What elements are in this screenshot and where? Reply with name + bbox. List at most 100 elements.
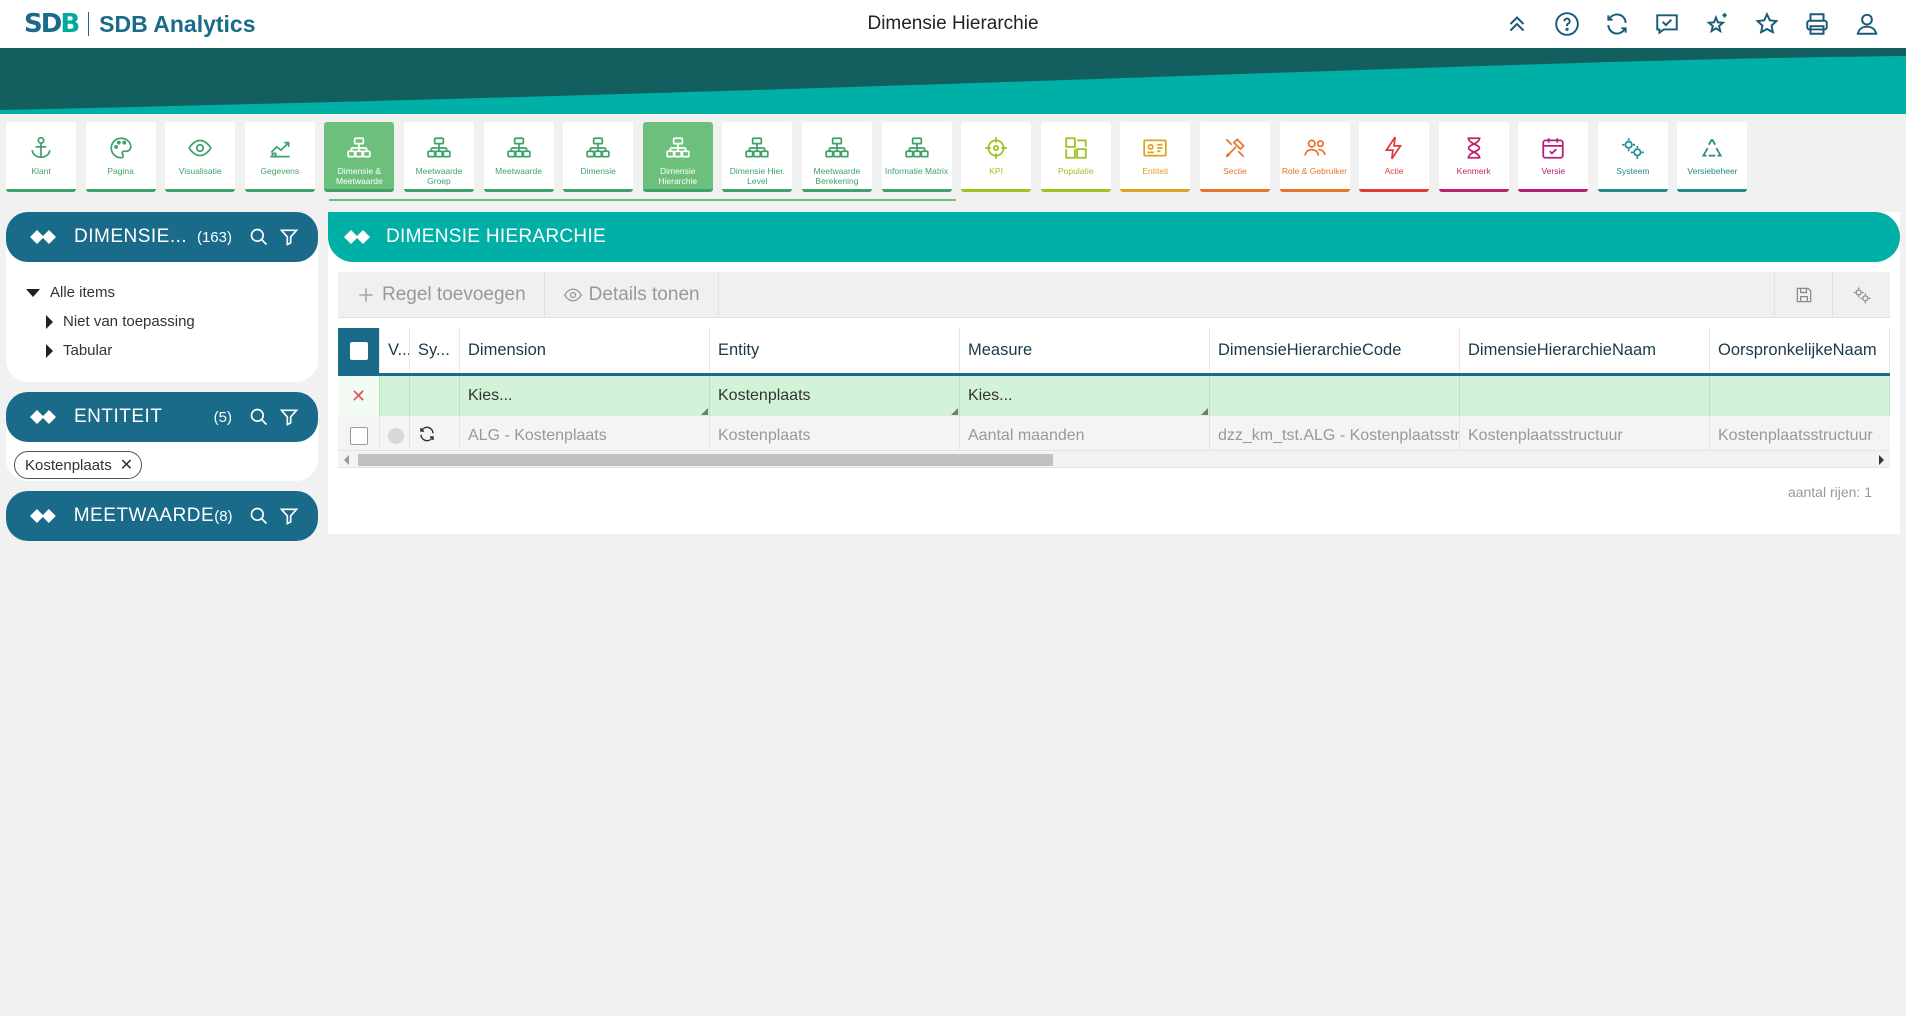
sparkle-star-icon[interactable] xyxy=(1692,8,1742,40)
tools-icon xyxy=(1225,138,1245,158)
filter-icon[interactable] xyxy=(274,501,304,531)
select-all-checkbox[interactable] xyxy=(349,341,368,360)
search-icon[interactable] xyxy=(245,501,275,531)
meetwaarde-panel-header: MEETWAARDE (8) xyxy=(6,491,318,541)
column-header-v[interactable]: V... xyxy=(380,328,410,373)
row-checkbox[interactable] xyxy=(349,427,368,445)
filter-icon[interactable] xyxy=(274,402,304,432)
tile-label: Sectie xyxy=(1223,166,1247,176)
tile-dimensie-hierarchie[interactable]: Dimensie Hierarchie xyxy=(642,122,713,192)
panel-title: MEETWAARDE xyxy=(73,505,215,526)
data-grid: V... Sy... Dimension Entity Measure Dime… xyxy=(338,328,1890,456)
scroll-right-icon[interactable] xyxy=(1879,455,1884,465)
star-icon[interactable] xyxy=(1742,8,1792,40)
tree-item-alle-items[interactable]: Alle items xyxy=(26,278,318,307)
measure-select[interactable]: Kies... xyxy=(960,376,1210,416)
hierarchy-icon xyxy=(666,137,690,158)
tile-meetwaarde-berekening[interactable]: Meetwaarde Berekening xyxy=(801,122,872,192)
add-row-label: Regel toevoegen xyxy=(382,283,526,305)
tile-label: Gegevens xyxy=(260,166,300,176)
cubes-icon xyxy=(29,509,56,523)
tile-role-gebruiker[interactable]: Role & Gebruiker xyxy=(1279,122,1350,192)
caret-right-icon[interactable] xyxy=(46,343,53,358)
show-details-button[interactable]: Details tonen xyxy=(545,271,719,318)
tile-kenmerk[interactable]: Kenmerk xyxy=(1438,122,1509,192)
show-details-label: Details tonen xyxy=(588,283,700,305)
tile-pagina[interactable]: Pagina xyxy=(85,122,156,192)
hierarchy-icon xyxy=(586,137,610,158)
tree-item-tabular[interactable]: Tabular xyxy=(26,336,318,365)
add-row-button[interactable]: Regel toevoegen xyxy=(338,271,545,318)
caret-down-icon[interactable] xyxy=(26,288,40,297)
user-icon[interactable] xyxy=(1842,8,1892,40)
refresh-icon[interactable] xyxy=(1592,8,1642,40)
entity-select[interactable]: Kostenplaats xyxy=(710,376,960,416)
cell-value: Kies... xyxy=(468,387,513,404)
plus-icon xyxy=(359,287,373,302)
panel-count: (8) xyxy=(214,507,233,525)
checklist-icon[interactable] xyxy=(1642,8,1692,40)
tile-gegevens[interactable]: Gegevens xyxy=(244,122,315,192)
id-card-icon xyxy=(1143,139,1168,157)
tile-kpi[interactable]: KPI xyxy=(961,122,1032,192)
caret-right-icon[interactable] xyxy=(46,314,53,329)
scroll-left-icon[interactable] xyxy=(344,455,349,465)
hierarchy-icon xyxy=(347,137,372,158)
status-dot-icon xyxy=(388,428,404,444)
search-icon[interactable] xyxy=(244,222,274,252)
column-header-measure[interactable]: Measure xyxy=(960,328,1210,373)
calendar-icon xyxy=(1542,138,1564,159)
tile-dimensie-meetwaarde[interactable]: Dimensie & Meetwaarde xyxy=(324,122,395,192)
panel-title: ENTITEIT xyxy=(74,406,163,427)
grid-toolbar-right xyxy=(1774,271,1890,318)
help-icon[interactable] xyxy=(1542,8,1592,40)
column-header-sy[interactable]: Sy... xyxy=(410,328,460,373)
tile-label: Dimensie & Meetwaarde xyxy=(335,166,383,186)
column-header-dimension[interactable]: Dimension xyxy=(460,328,710,373)
dimension-select[interactable]: Kies... xyxy=(460,376,710,416)
tile-dimensie-hier-level[interactable]: Dimensie Hier. Level xyxy=(722,122,793,192)
tile-label: Meetwaarde Berekening xyxy=(813,166,861,186)
horizontal-scrollbar[interactable] xyxy=(338,450,1890,468)
column-header-naam[interactable]: DimensieHierarchieNaam xyxy=(1460,328,1710,373)
tile-dimensie[interactable]: Dimensie xyxy=(563,122,634,192)
print-icon[interactable] xyxy=(1792,8,1842,40)
column-header-code[interactable]: DimensieHierarchieCode xyxy=(1210,328,1460,373)
tile-label: Meetwaarde Groep xyxy=(415,166,463,186)
naam-input[interactable] xyxy=(1460,376,1710,416)
close-icon[interactable]: ✕ xyxy=(351,386,366,407)
resize-corner-icon xyxy=(1201,408,1208,415)
chip-label: Kostenplaats xyxy=(25,456,112,474)
tile-sectie[interactable]: Sectie xyxy=(1199,122,1270,192)
tile-meetwaarde[interactable]: Meetwaarde xyxy=(483,122,554,192)
save-icon[interactable] xyxy=(1774,271,1832,318)
hierarchy-icon xyxy=(506,137,531,158)
search-icon[interactable] xyxy=(244,402,274,432)
tile-actie[interactable]: Actie xyxy=(1359,122,1430,192)
tile-systeem[interactable]: Systeem xyxy=(1597,122,1668,192)
column-header-oorspronkelijk[interactable]: OorspronkelijkeNaam xyxy=(1710,328,1890,373)
filter-icon[interactable] xyxy=(274,222,304,252)
tile-entiteit[interactable]: Entiteit xyxy=(1120,122,1191,192)
close-icon[interactable]: ✕ xyxy=(120,455,133,475)
code-input[interactable] xyxy=(1210,376,1460,416)
chevrons-up-icon[interactable] xyxy=(1492,8,1542,40)
settings-gears-icon[interactable] xyxy=(1832,271,1890,318)
tile-informatie-matrix[interactable]: Informatie Matrix xyxy=(881,122,952,192)
tile-meetwaarde-groep[interactable]: Meetwaarde Groep xyxy=(403,122,474,192)
tile-versiebeheer[interactable]: Versiebeheer xyxy=(1677,122,1748,192)
scroll-thumb[interactable] xyxy=(358,454,1053,466)
lightning-icon xyxy=(1384,136,1403,160)
tile-klant[interactable]: Klant xyxy=(6,122,76,192)
tile-versie[interactable]: Versie xyxy=(1518,122,1589,192)
tree-label: Tabular xyxy=(63,342,113,359)
tile-label: Informatie Matrix xyxy=(884,166,949,176)
tile-label: Klant xyxy=(31,166,51,176)
hierarchy-icon xyxy=(745,137,770,158)
tile-populatie[interactable]: Populatie xyxy=(1040,122,1111,192)
tree-item-niet-van-toepassing[interactable]: Niet van toepassing xyxy=(26,307,318,336)
oorspronkelijk-input[interactable] xyxy=(1710,376,1890,416)
column-header-entity[interactable]: Entity xyxy=(710,328,960,373)
tile-visualisatie[interactable]: Visualisatie xyxy=(165,122,236,192)
anchor-icon xyxy=(31,136,51,159)
